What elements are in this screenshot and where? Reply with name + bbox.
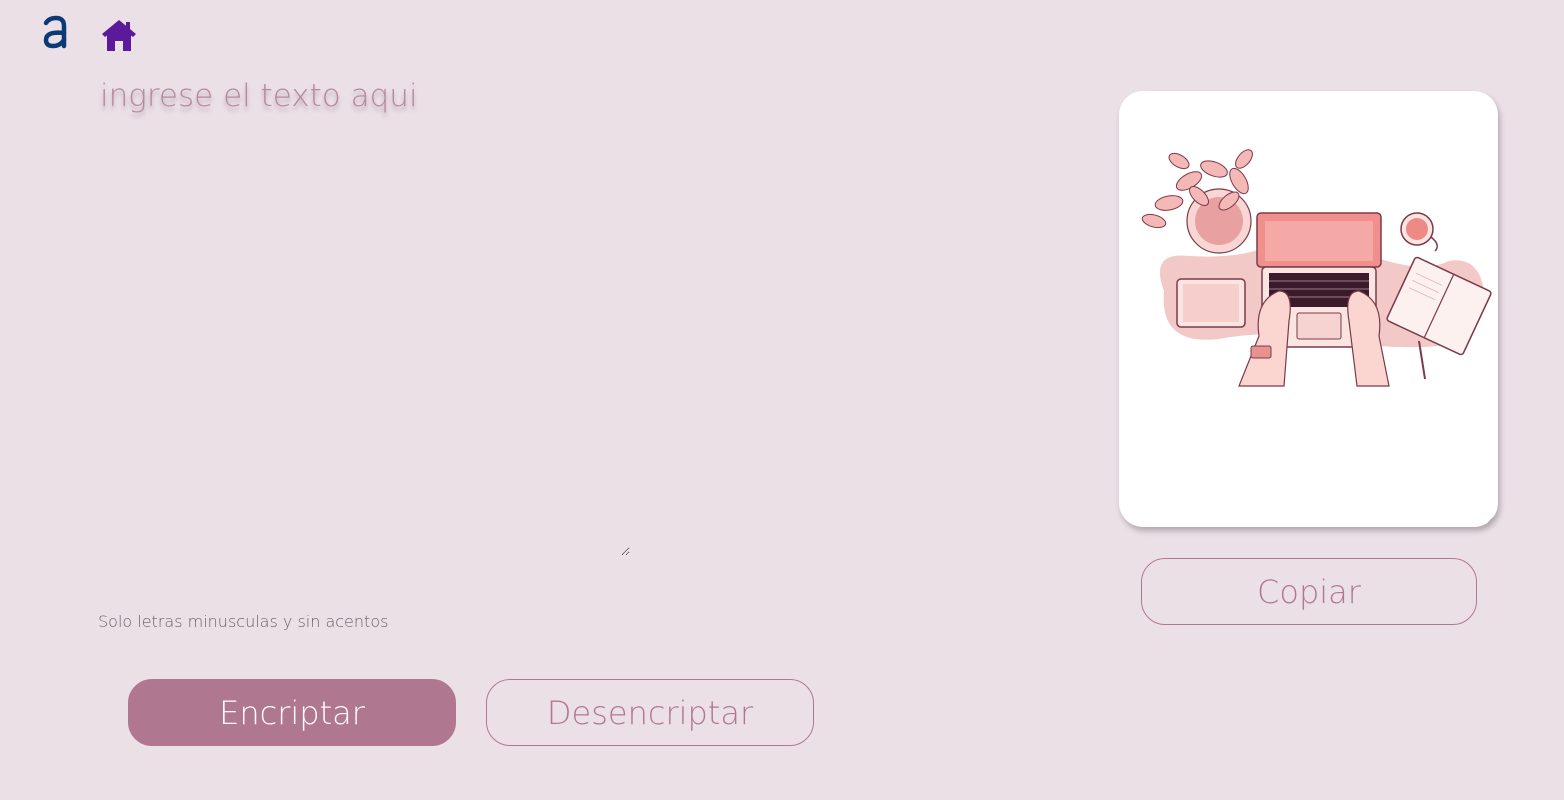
page: Solo letras minusculas y sin acentos Enc… xyxy=(0,0,1564,800)
alura-logo-icon xyxy=(43,15,67,49)
decrypt-button[interactable]: Desencriptar xyxy=(486,679,814,746)
text-input[interactable] xyxy=(98,72,630,556)
person-typing-on-laptop-illustration xyxy=(1141,149,1492,387)
output-panel[interactable] xyxy=(1119,91,1498,527)
encrypt-button[interactable]: Encriptar xyxy=(128,679,456,746)
resize-grip-icon[interactable] xyxy=(1487,516,1495,524)
copy-button[interactable]: Copiar xyxy=(1141,558,1477,625)
input-hint: Solo letras minusculas y sin acentos xyxy=(98,612,389,631)
home-icon[interactable] xyxy=(100,17,138,53)
